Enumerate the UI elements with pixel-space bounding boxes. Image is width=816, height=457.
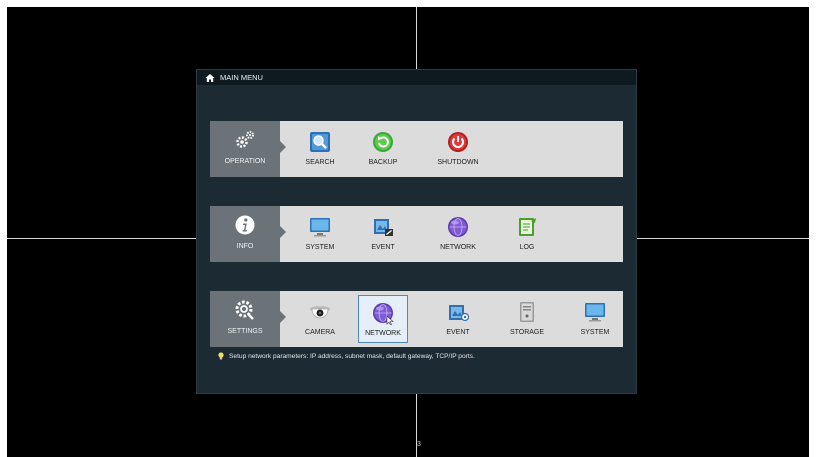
menu-item-info-system[interactable]: SYSTEM: [295, 210, 345, 258]
category-label: SETTINGS: [227, 328, 263, 335]
item-label: EVENT: [446, 329, 470, 336]
globe-icon: [373, 303, 394, 325]
event-settings-icon: [449, 305, 470, 322]
menu-item-settings-network[interactable]: NETWORK: [358, 295, 408, 343]
menu-item-storage[interactable]: STORAGE: [502, 295, 552, 343]
item-label: EVENT: [371, 244, 395, 251]
status-tip: Setup network parameters: IP address, su…: [218, 352, 475, 360]
menu-item-log[interactable]: LOG: [502, 210, 552, 258]
search-icon: [310, 132, 330, 152]
split-line-horizontal-left: [7, 238, 197, 239]
split-line-vertical-top: [416, 7, 417, 70]
item-label: NETWORK: [365, 330, 401, 337]
dome-camera-icon: [310, 306, 330, 319]
gears-icon: [236, 131, 254, 148]
item-label: SHUTDOWN: [437, 159, 479, 166]
home-icon[interactable]: [205, 73, 215, 83]
category-label: INFO: [236, 243, 254, 250]
power-icon: [448, 132, 468, 152]
split-line-horizontal-right: [636, 238, 809, 239]
item-label: SEARCH: [305, 159, 335, 166]
titlebar: MAIN MENU: [197, 70, 636, 85]
window-title: MAIN MENU: [220, 73, 263, 82]
settings-icon: [235, 300, 254, 320]
item-label: BACKUP: [368, 159, 398, 166]
item-label: SYSTEM: [305, 244, 335, 251]
backup-icon: [373, 132, 393, 152]
menu-item-search[interactable]: SEARCH: [295, 125, 345, 173]
event-icon: [374, 219, 393, 236]
item-label: SYSTEM: [580, 329, 610, 336]
category-label: OPERATION: [224, 158, 266, 165]
category-settings: SETTINGS: [210, 291, 280, 347]
category-info: INFO: [210, 206, 280, 262]
info-panel: INFO SYSTEM EVENT NETWORK LOG: [210, 206, 623, 262]
monitor-icon: [310, 218, 330, 237]
category-arrow: [280, 311, 286, 323]
item-label: NETWORK: [440, 244, 476, 251]
menu-item-settings-system[interactable]: SYSTEM: [570, 295, 620, 343]
operation-panel: OPERATION SEARCH BACKUP SHUTDOWN: [210, 121, 623, 177]
channel-number: 3: [417, 441, 421, 448]
info-icon: [235, 215, 255, 235]
storage-icon: [520, 302, 534, 322]
log-icon: [519, 218, 536, 236]
menu-item-shutdown[interactable]: SHUTDOWN: [433, 125, 483, 173]
item-label: STORAGE: [509, 329, 545, 336]
settings-panel: SETTINGS CAMERA NETWORK EVENT STORAGE SY…: [210, 291, 623, 347]
category-arrow: [280, 226, 286, 238]
item-label: LOG: [519, 244, 535, 251]
menu-item-info-network[interactable]: NETWORK: [433, 210, 483, 258]
menu-item-settings-event[interactable]: EVENT: [433, 295, 483, 343]
tip-text: Setup network parameters: IP address, su…: [229, 352, 475, 360]
monitor-icon: [585, 303, 605, 322]
globe-icon: [448, 217, 468, 237]
main-menu-window: MAIN MENU OPERATION SEARCH BACKUP SHUTDO…: [197, 70, 636, 393]
menu-item-camera[interactable]: CAMERA: [295, 295, 345, 343]
item-label: CAMERA: [305, 329, 335, 336]
lightbulb-icon: [218, 352, 224, 360]
category-operation: OPERATION: [210, 121, 280, 177]
menu-item-info-event[interactable]: EVENT: [358, 210, 408, 258]
menu-item-backup[interactable]: BACKUP: [358, 125, 408, 173]
category-arrow: [280, 141, 286, 153]
